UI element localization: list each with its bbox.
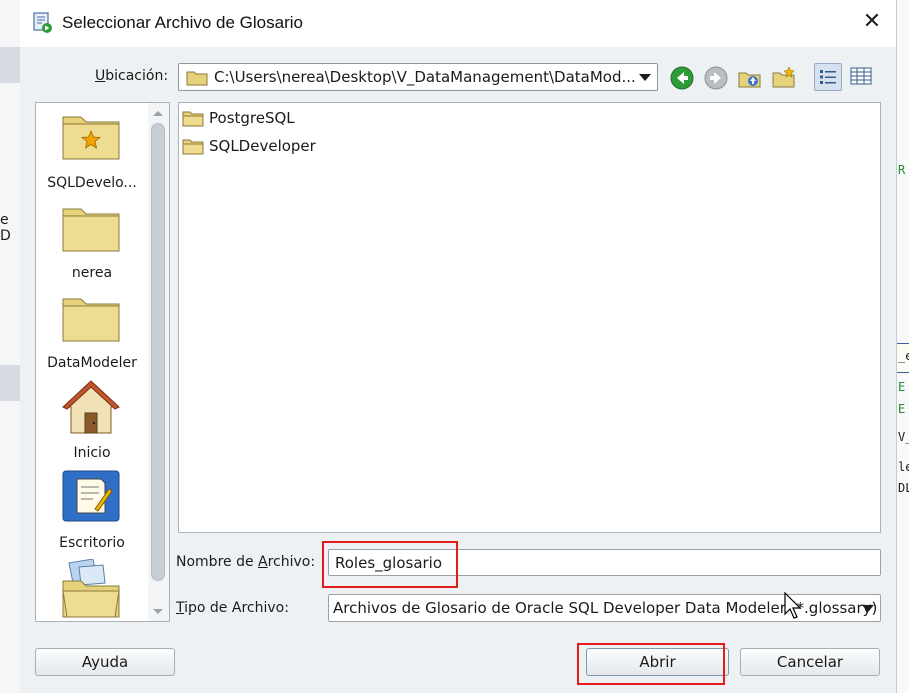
back-arrow-icon[interactable] [670,66,694,90]
file-name: PostgreSQL [209,109,295,127]
file-chooser-dialog: Seleccionar Archivo de Glosario ✕ Ubicac… [20,0,896,693]
background-band [0,47,20,83]
place-nerea[interactable]: nerea [36,201,148,289]
background-text: R [898,163,906,177]
place-documents[interactable] [36,559,148,619]
place-datamodeler[interactable]: DataModeler [36,291,148,379]
place-label: SQLDevelo... [47,175,137,191]
place-label: DataModeler [47,355,137,371]
up-one-level-icon[interactable] [738,66,762,90]
details-view-icon [850,67,872,85]
folder-icon [62,298,120,342]
places-scrollbar[interactable] [148,103,169,621]
filetype-label: Tipo de Archivo: [176,600,289,616]
folder-icon [182,111,204,127]
folder-icon [62,208,120,252]
dialog-title: Seleccionar Archivo de Glosario [62,13,303,32]
background-text: DL [898,481,909,495]
chevron-down-icon[interactable] [639,74,651,81]
scrollbar-thumb[interactable] [151,123,165,581]
file-item-postgresql[interactable]: PostgreSQL [182,107,382,129]
favorite-folder-icon [62,116,120,160]
annotation-highlight [322,541,458,588]
background-band [0,365,20,401]
details-view-button[interactable] [848,63,876,91]
background-text: E [898,380,906,394]
dialog-body: Ubicación: C:\Users\nerea\Desktop\V_Data… [20,47,896,693]
close-icon[interactable]: ✕ [860,11,884,35]
app-icon [33,12,52,33]
desktop-icon [62,470,120,522]
annotation-highlight [577,643,725,685]
place-label: nerea [71,265,113,281]
scroll-up-icon[interactable] [153,111,163,116]
folder-icon [186,71,208,86]
list-view-button[interactable] [814,63,842,91]
folder-icon [182,139,204,155]
documents-folder-icon [62,559,120,618]
cancel-button[interactable]: Cancelar [740,648,880,676]
new-folder-icon[interactable] [772,66,796,90]
background-text: V_ [898,430,909,444]
scroll-down-icon[interactable] [153,609,163,614]
background-text: E [898,402,906,416]
home-icon [62,380,120,434]
dialog-title-bar[interactable]: Seleccionar Archivo de Glosario ✕ [20,0,896,47]
background-text: e D [0,212,11,244]
place-sqldeveloper[interactable]: SQLDevelo... [36,109,148,197]
file-name: SQLDeveloper [209,137,316,155]
location-label: Ubicación: [95,68,169,84]
background-window-right: R _e E E V_ le DL [896,0,909,693]
location-path: C:\Users\nerea\Desktop\V_DataManagement\… [214,68,636,86]
help-button[interactable]: Ayuda [35,648,175,676]
place-home[interactable]: Inicio [36,379,148,467]
filename-label: Nombre de Archivo: [176,554,316,570]
chevron-down-icon[interactable] [862,605,874,612]
background-window-left: e D [0,0,21,693]
place-desktop[interactable]: Escritorio [36,469,148,557]
place-label: Inicio [73,445,111,461]
file-list: PostgreSQL SQLDeveloper [178,102,881,533]
mouse-pointer-icon [784,592,802,619]
list-view-icon [820,70,836,84]
place-label: Escritorio [59,535,125,551]
location-combobox[interactable]: C:\Users\nerea\Desktop\V_DataManagement\… [178,63,658,91]
background-text: _e [898,349,909,363]
file-item-sqldeveloper[interactable]: SQLDeveloper [182,135,382,157]
places-sidebar: SQLDevelo... nerea DataModeler Inicio Es… [35,102,170,622]
background-text: le [898,460,909,474]
forward-arrow-icon[interactable] [704,66,728,90]
